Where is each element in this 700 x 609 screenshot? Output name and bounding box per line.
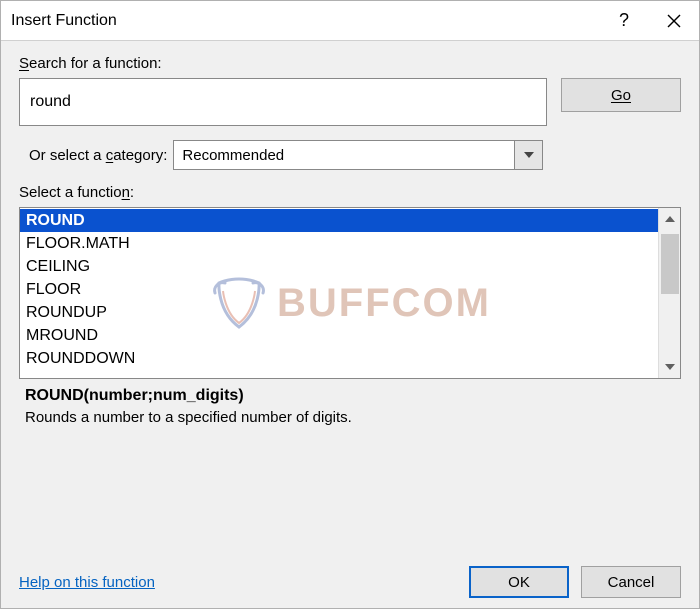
search-input[interactable] — [19, 78, 547, 126]
category-selected-value: Recommended — [182, 147, 284, 164]
list-item[interactable]: ROUNDDOWN — [20, 347, 658, 370]
list-item[interactable]: ROUNDUP — [20, 301, 658, 324]
cancel-button[interactable]: Cancel — [581, 566, 681, 598]
titlebar-close-button[interactable] — [649, 1, 699, 41]
go-button[interactable]: Go — [561, 78, 681, 112]
chevron-up-icon — [665, 216, 675, 222]
category-select[interactable]: Recommended — [173, 140, 543, 170]
category-label-pre: Or select a — [29, 147, 106, 164]
list-item[interactable]: FLOOR.MATH — [20, 232, 658, 255]
footer-buttons: OK Cancel — [469, 566, 681, 598]
function-description-block: ROUND(number;num_digits) Rounds a number… — [19, 379, 681, 426]
list-item[interactable]: FLOOR — [20, 278, 658, 301]
function-list-label: Select a function: — [19, 184, 681, 201]
listbox-scrollbar[interactable] — [658, 208, 680, 378]
search-row: Go — [19, 78, 681, 126]
go-button-accel: G — [611, 87, 623, 104]
function-list-label-post: : — [130, 184, 134, 201]
chevron-down-icon — [524, 152, 534, 158]
function-signature: ROUND(number;num_digits) — [25, 387, 675, 405]
function-listbox[interactable]: ROUND FLOOR.MATH CEILING FLOOR ROUNDUP M… — [19, 207, 681, 379]
category-dropdown-button[interactable] — [514, 141, 542, 169]
search-label: Search for a function: — [19, 55, 681, 72]
category-row: Or select a category: Recommended — [19, 140, 681, 170]
function-list-label-pre: Select a functio — [19, 184, 122, 201]
search-label-text: earch for a function: — [29, 55, 162, 72]
dialog-footer: Help on this function OK Cancel — [19, 556, 681, 598]
insert-function-dialog: Insert Function ? Search for a function:… — [0, 0, 700, 609]
scroll-thumb[interactable] — [661, 234, 679, 294]
list-item[interactable]: CEILING — [20, 255, 658, 278]
function-listbox-inner: ROUND FLOOR.MATH CEILING FLOOR ROUNDUP M… — [20, 208, 658, 378]
close-icon — [667, 14, 681, 28]
go-button-text: o — [623, 87, 631, 104]
function-list-label-accel: n — [122, 184, 130, 201]
dialog-title: Insert Function — [11, 12, 599, 30]
category-label-post: ategory: — [113, 147, 167, 164]
scroll-down-button[interactable] — [659, 356, 681, 378]
chevron-down-icon — [665, 364, 675, 370]
scroll-up-button[interactable] — [659, 208, 681, 230]
list-item[interactable]: ROUND — [20, 209, 658, 232]
category-label: Or select a category: — [29, 147, 167, 164]
search-label-accel: S — [19, 55, 29, 72]
ok-button[interactable]: OK — [469, 566, 569, 598]
dialog-body: Search for a function: Go Or select a ca… — [1, 41, 699, 608]
help-link[interactable]: Help on this function — [19, 574, 155, 591]
titlebar-help-button[interactable]: ? — [599, 1, 649, 41]
function-description: Rounds a number to a specified number of… — [25, 409, 675, 426]
titlebar: Insert Function ? — [1, 1, 699, 41]
list-item[interactable]: MROUND — [20, 324, 658, 347]
